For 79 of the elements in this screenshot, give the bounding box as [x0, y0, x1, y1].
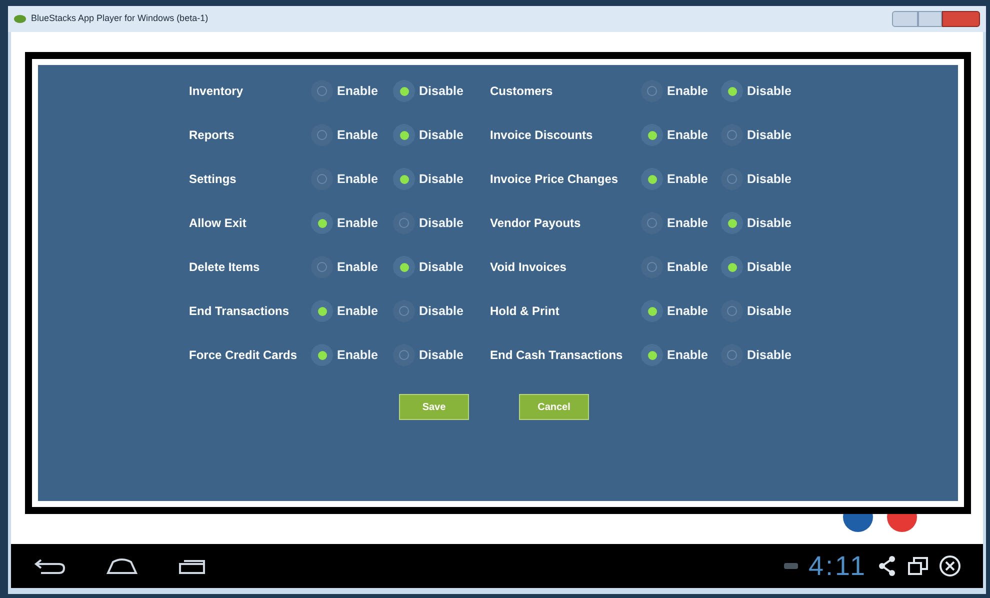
radio-option[interactable]: Enable: [311, 300, 378, 322]
clock: 4:11: [808, 550, 867, 583]
window-title: BlueStacks App Player for Windows (beta-1): [31, 12, 208, 26]
radio-option[interactable]: Enable: [311, 344, 378, 366]
setting-label: Inventory: [189, 83, 244, 100]
notification-icon: [784, 562, 798, 570]
radio-button[interactable]: [641, 168, 663, 190]
radio-option[interactable]: Enable: [641, 344, 708, 366]
radio-button[interactable]: [311, 256, 333, 278]
radio-option[interactable]: Enable: [641, 256, 708, 278]
app-logo-icon: [14, 14, 26, 24]
setting-label: Void Invoices: [490, 259, 566, 276]
radio-button[interactable]: [311, 168, 333, 190]
radio-button[interactable]: [393, 80, 415, 102]
radio-option[interactable]: Disable: [393, 80, 464, 102]
radio-option[interactable]: Disable: [393, 168, 464, 190]
radio-button[interactable]: [721, 300, 743, 322]
close-icon[interactable]: [939, 555, 961, 577]
setting-label: Reports: [189, 127, 234, 144]
radio-button[interactable]: [721, 80, 743, 102]
radio-button[interactable]: [393, 124, 415, 146]
radio-button[interactable]: [393, 256, 415, 278]
radio-button[interactable]: [721, 168, 743, 190]
radio-option[interactable]: Disable: [721, 344, 792, 366]
radio-option[interactable]: Enable: [311, 168, 378, 190]
setting-label: Delete Items: [189, 259, 260, 276]
radio-option[interactable]: Disable: [721, 256, 792, 278]
radio-button[interactable]: [641, 256, 663, 278]
radio-button[interactable]: [311, 80, 333, 102]
radio-option[interactable]: Enable: [641, 168, 708, 190]
radio-button[interactable]: [393, 168, 415, 190]
radio-button[interactable]: [641, 80, 663, 102]
radio-option[interactable]: Enable: [311, 256, 378, 278]
windows-icon[interactable]: [907, 556, 929, 576]
radio-option[interactable]: Enable: [641, 124, 708, 146]
radio-option[interactable]: Enable: [641, 80, 708, 102]
radio-option[interactable]: Disable: [721, 80, 792, 102]
setting-label: End Transactions: [189, 303, 290, 320]
setting-label: Vendor Payouts: [490, 215, 581, 232]
radio-option[interactable]: Enable: [311, 80, 378, 102]
radio-button[interactable]: [721, 256, 743, 278]
radio-button[interactable]: [393, 212, 415, 234]
radio-button[interactable]: [721, 212, 743, 234]
share-icon[interactable]: [877, 556, 897, 576]
radio-option[interactable]: Disable: [721, 300, 792, 322]
setting-label: Allow Exit: [189, 215, 246, 232]
setting-label: Settings: [189, 171, 236, 188]
radio-option[interactable]: Disable: [721, 124, 792, 146]
radio-button[interactable]: [311, 212, 333, 234]
radio-button[interactable]: [393, 344, 415, 366]
setting-label: End Cash Transactions: [490, 347, 623, 364]
radio-button[interactable]: [311, 300, 333, 322]
radio-button[interactable]: [641, 300, 663, 322]
radio-button[interactable]: [311, 124, 333, 146]
radio-button[interactable]: [311, 344, 333, 366]
radio-button[interactable]: [641, 344, 663, 366]
setting-label: Force Credit Cards: [189, 347, 298, 364]
radio-button[interactable]: [721, 124, 743, 146]
radio-option[interactable]: Enable: [311, 212, 378, 234]
radio-button[interactable]: [641, 212, 663, 234]
radio-button[interactable]: [721, 344, 743, 366]
radio-option[interactable]: Disable: [393, 212, 464, 234]
radio-button[interactable]: [393, 300, 415, 322]
setting-label: Invoice Discounts: [490, 127, 593, 144]
radio-option[interactable]: Disable: [393, 124, 464, 146]
radio-option[interactable]: Disable: [393, 344, 464, 366]
setting-label: Hold & Print: [490, 303, 560, 320]
setting-label: Customers: [490, 83, 553, 100]
radio-option[interactable]: Enable: [641, 300, 708, 322]
radio-option[interactable]: Disable: [721, 168, 792, 190]
radio-button[interactable]: [641, 124, 663, 146]
radio-option[interactable]: Disable: [393, 256, 464, 278]
home-icon[interactable]: [105, 556, 139, 576]
radio-option[interactable]: Enable: [311, 124, 378, 146]
radio-option[interactable]: Disable: [721, 212, 792, 234]
close-button[interactable]: [942, 11, 980, 27]
radio-option[interactable]: Enable: [641, 212, 708, 234]
setting-label: Invoice Price Changes: [490, 171, 618, 188]
radio-option[interactable]: Disable: [393, 300, 464, 322]
